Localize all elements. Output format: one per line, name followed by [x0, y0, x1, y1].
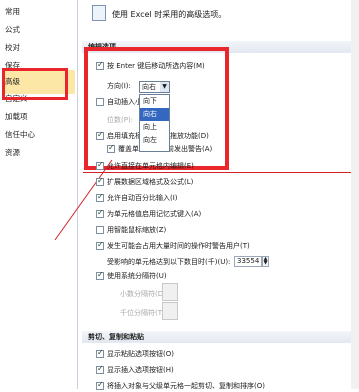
slow-alert-checkbox[interactable] — [96, 240, 104, 250]
intellimouse-label: 用智能鼠标缩放(Z) — [107, 226, 167, 234]
intellimouse-checkbox[interactable] — [96, 226, 104, 234]
slow-alert-label: 发生可能会占用大量时间的操作时警告用户(T) — [107, 242, 250, 250]
auto-percent-checkbox[interactable] — [96, 192, 104, 202]
auto-percent-label: 允许自动百分比输入(I) — [107, 194, 178, 202]
cut-copy-sort-label: 将插入对象与父级单元格一起剪切、复制和排序(O) — [107, 382, 265, 390]
show-insert-options-label: 显示插入选项按钮(H) — [107, 366, 174, 374]
decimal-sep-label: 小数分隔符(D): — [120, 290, 169, 298]
section-cut-copy-paste: 剪切、复制和粘贴 — [82, 331, 356, 343]
extend-formats-checkbox[interactable] — [96, 176, 104, 186]
affected-cells-input[interactable]: 33554 — [234, 256, 262, 267]
show-paste-options-label: 显示粘贴选项按钮(O) — [107, 350, 174, 358]
system-separators-label: 使用系统分隔符(U) — [107, 272, 167, 280]
vertical-scrollbar[interactable] — [351, 0, 359, 389]
autocomplete-checkbox[interactable] — [96, 208, 104, 218]
spinner-icon[interactable]: ▲ ▼ — [262, 256, 269, 267]
show-paste-options-checkbox[interactable] — [96, 348, 104, 358]
affected-cells-label: 受影响的单元格达到以下数目时(千)(U): — [107, 258, 231, 266]
decimal-sep-input[interactable] — [162, 283, 178, 301]
show-insert-options-checkbox[interactable] — [96, 364, 104, 374]
thousands-sep-label: 千位分隔符(T): — [120, 309, 168, 317]
extend-formats-label: 扩展数据区域格式及公式(L) — [107, 178, 194, 186]
autocomplete-label: 为单元格值启用记忆式键入(A) — [107, 210, 202, 218]
thousands-sep-input[interactable] — [162, 302, 178, 320]
system-separators-checkbox[interactable] — [96, 270, 104, 280]
